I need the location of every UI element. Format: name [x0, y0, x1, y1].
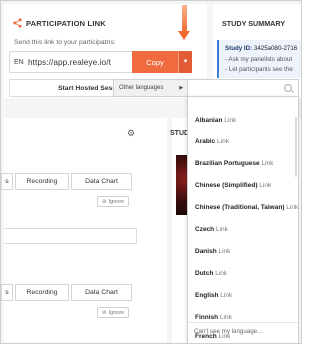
- language-link-suffix: Link: [286, 204, 299, 211]
- language-search-input[interactable]: [187, 79, 299, 97]
- arrow-down-icon: [178, 31, 190, 40]
- language-link-suffix: Link: [261, 160, 274, 167]
- input-field-partial[interactable]: [4, 228, 137, 244]
- language-item-english[interactable]: English Link: [195, 292, 232, 299]
- dropdown-scrollbar[interactable]: [295, 117, 297, 177]
- participation-link-title: PARTICIPATION LINK: [26, 18, 106, 28]
- language-link-suffix: Link: [220, 292, 233, 299]
- summary-line: - Let participants see the: [225, 66, 293, 73]
- other-languages-label: Other languages: [119, 85, 164, 91]
- tab-data-chart[interactable]: Data Chart: [71, 173, 132, 190]
- ignore-icon: ⊘: [102, 198, 107, 205]
- dropdown-divider: [188, 322, 298, 323]
- app-window: PARTICIPATION LINK Send this link to you…: [0, 0, 302, 344]
- language-item-finnish[interactable]: Finnish Link: [195, 314, 232, 321]
- gear-icon[interactable]: ⚙: [127, 128, 135, 139]
- language-link-suffix: Link: [217, 138, 229, 145]
- tab-recording[interactable]: Recording: [15, 284, 69, 301]
- language-name: Arabic: [195, 138, 216, 145]
- language-name: Brazilian Portuguese: [195, 160, 260, 167]
- caret-down-icon: ▼: [182, 59, 189, 65]
- study-id-label: Study ID:: [225, 45, 253, 52]
- language-link-suffix: Link: [215, 270, 228, 277]
- language-name: Chinese (Traditional, Taiwan): [195, 204, 285, 211]
- language-item-chinese-traditional[interactable]: Chinese (Traditional, Taiwan) Link: [195, 204, 298, 211]
- ignore-icon: ⊘: [102, 309, 107, 316]
- language-name: Danish: [195, 248, 217, 255]
- copy-button[interactable]: Copy: [132, 51, 178, 73]
- copy-options-toggle[interactable]: ▼: [178, 51, 192, 73]
- tab-partial[interactable]: s: [1, 173, 13, 190]
- study-summary-title: STUDY SUMMARY: [222, 19, 286, 28]
- search-icon: [284, 84, 292, 92]
- language-name: English: [195, 292, 219, 299]
- language-link-suffix: Link: [259, 182, 272, 189]
- language-link-suffix: Link: [215, 226, 228, 233]
- chevron-right-icon: ▶: [179, 85, 184, 91]
- arrow-annotation-shaft: [182, 5, 187, 33]
- summary-line: - Ask my panelists about: [225, 56, 293, 63]
- language-name: Dutch: [195, 270, 214, 277]
- language-link-suffix: Link: [224, 117, 237, 124]
- language-name: Finnish: [195, 314, 219, 321]
- participation-url-field[interactable]: EN https://app.realeye.io/t: [9, 51, 134, 73]
- study-id: Study ID: 3425a080-2716: [225, 45, 297, 52]
- share-icon: [13, 18, 22, 28]
- language-item-brazilian-portuguese[interactable]: Brazilian Portuguese Link: [195, 160, 273, 167]
- participation-url-text[interactable]: https://app.realeye.io/t: [28, 58, 133, 67]
- ignore-button[interactable]: ⊘ Ignore: [97, 307, 130, 318]
- participation-link-header: PARTICIPATION LINK: [13, 18, 106, 28]
- language-link-suffix: Link: [219, 314, 232, 321]
- language-item-dutch[interactable]: Dutch Link: [195, 270, 227, 277]
- tab-row-top: s Recording Data Chart: [1, 173, 134, 190]
- language-code[interactable]: EN: [14, 59, 28, 66]
- language-name: Chinese (Simplified): [195, 182, 258, 189]
- language-item-chinese-simplified[interactable]: Chinese (Simplified) Link: [195, 182, 271, 189]
- cant-see-language-link[interactable]: Can't see my language...: [194, 328, 262, 335]
- ignore-button[interactable]: ⊘ Ignore: [97, 196, 130, 207]
- language-dropdown: Albanian Link Arabic Link Brazilian Port…: [187, 96, 299, 343]
- ignore-label: Ignore: [108, 309, 125, 316]
- language-menu-header: Other languages ▶: [113, 79, 299, 97]
- tab-partial[interactable]: s: [1, 284, 13, 301]
- tab-row-bottom: s Recording Data Chart: [1, 284, 134, 301]
- language-link-suffix: Link: [218, 248, 231, 255]
- other-languages-item[interactable]: Other languages ▶: [113, 79, 187, 97]
- language-item-arabic[interactable]: Arabic Link: [195, 138, 229, 145]
- study-summary-box: Study ID: 3425a080-2716 - Ask my panelis…: [217, 40, 301, 78]
- language-name: Albanian: [195, 117, 223, 124]
- tab-data-chart[interactable]: Data Chart: [71, 284, 132, 301]
- language-item-albanian[interactable]: Albanian Link: [195, 117, 236, 124]
- study-id-value: 3425a080-2716: [253, 45, 298, 52]
- language-name: Czech: [195, 226, 215, 233]
- language-item-danish[interactable]: Danish Link: [195, 248, 230, 255]
- participation-link-description: Send this link to your participatns:: [14, 39, 116, 46]
- tab-recording[interactable]: Recording: [15, 173, 69, 190]
- ignore-label: Ignore: [108, 198, 125, 205]
- language-item-czech[interactable]: Czech Link: [195, 226, 228, 233]
